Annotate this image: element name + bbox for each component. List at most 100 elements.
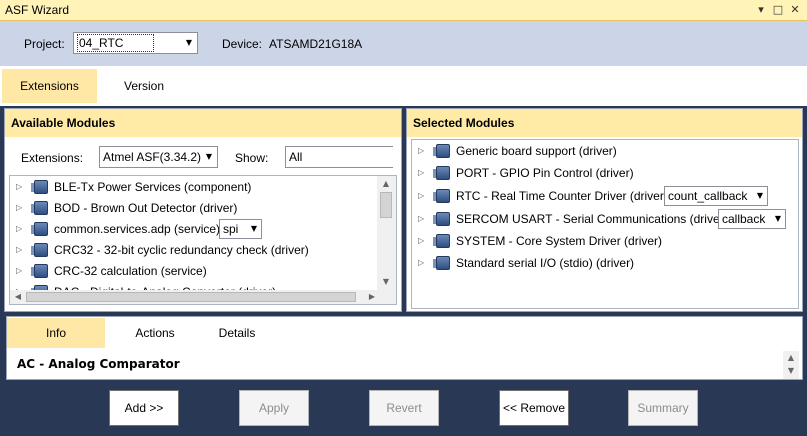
module-label: PORT - GPIO Pin Control (driver) xyxy=(456,166,634,180)
expand-arrow-icon[interactable]: ▷ xyxy=(418,253,424,273)
module-icon xyxy=(433,234,450,248)
extensions-select-value: Atmel ASF(3.34.2) xyxy=(103,150,202,164)
project-label: Project: xyxy=(24,37,65,51)
apply-button[interactable]: Apply xyxy=(239,390,309,426)
show-select[interactable]: All xyxy=(285,146,393,168)
tab-actions[interactable]: Actions xyxy=(111,318,199,348)
module-label: RTC - Real Time Counter Driver (driver) xyxy=(456,189,668,203)
scroll-down-icon[interactable]: ▼ xyxy=(380,276,392,288)
maximize-icon[interactable]: □ xyxy=(771,3,785,17)
horizontal-scrollbar[interactable]: ◀ ▶ xyxy=(10,290,396,304)
module-icon xyxy=(433,166,450,180)
list-item[interactable]: ▷ DAC - Digital-to-Analog Converter (dri… xyxy=(10,282,370,290)
module-icon xyxy=(433,256,450,270)
revert-button[interactable]: Revert xyxy=(369,390,439,426)
module-label: Generic board support (driver) xyxy=(456,144,617,158)
scroll-left-icon[interactable]: ◀ xyxy=(12,291,24,303)
expand-arrow-icon[interactable]: ▷ xyxy=(418,141,424,161)
list-item[interactable]: ▷ Generic board support (driver) xyxy=(412,141,792,161)
top-tabs: Extensions Version xyxy=(0,66,807,106)
scroll-right-icon[interactable]: ▶ xyxy=(366,291,378,303)
module-icon xyxy=(433,189,450,203)
expand-arrow-icon[interactable]: ▷ xyxy=(418,163,424,183)
list-item[interactable]: ▷ BLE-Tx Power Services (component) xyxy=(10,177,370,197)
tab-extensions[interactable]: Extensions xyxy=(2,69,97,103)
list-item[interactable]: ▷ CRC-32 calculation (service) xyxy=(10,261,370,281)
info-panel: Info Actions Details AC - Analog Compara… xyxy=(6,316,803,380)
extensions-select[interactable]: Atmel ASF(3.34.2) ▼ xyxy=(99,146,218,168)
available-modules-list: ▷ BLE-Tx Power Services (component) ▷ BO… xyxy=(9,175,397,305)
option-select-value: spi xyxy=(223,222,239,236)
list-item[interactable]: ▷ CRC32 - 32-bit cyclic redundancy check… xyxy=(10,240,370,260)
scroll-thumb[interactable] xyxy=(380,192,392,218)
module-label: DAC - Digital-to-Analog Converter (drive… xyxy=(54,282,276,290)
close-icon[interactable]: ✕ xyxy=(788,3,802,17)
module-label: CRC-32 calculation (service) xyxy=(54,264,207,278)
button-bar: Add >> Apply Revert << Remove Summary xyxy=(0,381,807,436)
option-select[interactable]: count_callback ▼ xyxy=(664,186,768,206)
device-value: ATSAMD21G18A xyxy=(269,37,363,51)
module-icon xyxy=(31,222,48,236)
expand-arrow-icon[interactable]: ▷ xyxy=(16,177,22,197)
selected-modules-header: Selected Modules xyxy=(407,109,802,137)
expand-arrow-icon[interactable]: ▷ xyxy=(418,231,424,251)
module-label: CRC32 - 32-bit cyclic redundancy check (… xyxy=(54,243,309,257)
remove-button[interactable]: << Remove xyxy=(499,390,569,426)
selected-modules-list: ▷ Generic board support (driver) ▷ PORT … xyxy=(411,139,799,309)
expand-arrow-icon[interactable]: ▷ xyxy=(16,219,22,239)
expand-arrow-icon[interactable]: ▷ xyxy=(16,261,22,281)
project-select[interactable]: 04_RTC ▼ xyxy=(73,32,198,54)
module-label: SERCOM USART - Serial Communications (dr… xyxy=(456,212,728,226)
show-select-value: All xyxy=(289,150,303,164)
list-item[interactable]: ▷ SYSTEM - Core System Driver (driver) xyxy=(412,231,792,251)
scroll-up-icon[interactable]: ▲ xyxy=(380,178,392,190)
module-icon xyxy=(433,212,450,226)
project-select-value: 04_RTC xyxy=(77,34,155,52)
scroll-down-icon[interactable]: ▼ xyxy=(785,365,797,377)
module-icon xyxy=(433,144,450,158)
option-select[interactable]: callback ▼ xyxy=(718,209,786,229)
tab-details[interactable]: Details xyxy=(199,318,275,348)
list-item[interactable]: ▷ RTC - Real Time Counter Driver (driver… xyxy=(412,186,792,206)
summary-button[interactable]: Summary xyxy=(628,390,698,426)
available-modules-header: Available Modules xyxy=(5,109,401,137)
module-label: common.services.adp (service) xyxy=(54,222,221,236)
expand-arrow-icon[interactable]: ▷ xyxy=(418,186,424,206)
expand-arrow-icon[interactable]: ▷ xyxy=(418,209,424,229)
project-toolbar: Project: 04_RTC ▼ Device: ATSAMD21G18A xyxy=(0,21,807,66)
module-label: BOD - Brown Out Detector (driver) xyxy=(54,201,238,215)
option-select-value: callback xyxy=(722,212,766,226)
extensions-label: Extensions: xyxy=(21,151,84,165)
expand-arrow-icon[interactable]: ▷ xyxy=(16,198,22,218)
title-bar: ASF Wizard ▾ □ ✕ xyxy=(0,0,807,21)
option-select[interactable]: spi ▼ xyxy=(219,219,262,239)
module-icon xyxy=(31,201,48,215)
tab-info[interactable]: Info xyxy=(7,318,105,348)
device-label: Device: xyxy=(222,37,263,51)
list-item[interactable]: ▷ common.services.adp (service) spi ▼ xyxy=(10,219,370,239)
chevron-down-icon: ▼ xyxy=(185,38,193,47)
module-icon xyxy=(31,180,48,194)
vertical-scrollbar[interactable]: ▲ ▼ xyxy=(783,351,799,379)
list-item[interactable]: ▷ SERCOM USART - Serial Communications (… xyxy=(412,209,792,229)
module-label: BLE-Tx Power Services (component) xyxy=(54,180,252,194)
list-item[interactable]: ▷ BOD - Brown Out Detector (driver) xyxy=(10,198,370,218)
chevron-down-icon: ▼ xyxy=(250,224,258,233)
list-item[interactable]: ▷ Standard serial I/O (stdio) (driver) xyxy=(412,253,792,273)
module-icon xyxy=(31,264,48,278)
available-modules-panel: Available Modules Extensions: Atmel ASF(… xyxy=(4,108,402,312)
vertical-scrollbar[interactable]: ▲ ▼ xyxy=(377,176,396,290)
dropdown-icon[interactable]: ▾ xyxy=(754,3,768,17)
add-button[interactable]: Add >> xyxy=(109,390,179,426)
expand-arrow-icon[interactable]: ▷ xyxy=(16,240,22,260)
module-label: Standard serial I/O (stdio) (driver) xyxy=(456,256,635,270)
tab-version[interactable]: Version xyxy=(98,69,190,103)
chevron-down-icon: ▼ xyxy=(205,152,213,161)
list-item[interactable]: ▷ PORT - GPIO Pin Control (driver) xyxy=(412,163,792,183)
scroll-thumb[interactable] xyxy=(26,292,356,302)
scroll-up-icon[interactable]: ▲ xyxy=(785,352,797,364)
expand-arrow-icon[interactable]: ▷ xyxy=(16,282,22,290)
chevron-down-icon: ▼ xyxy=(756,191,764,200)
window-title: ASF Wizard xyxy=(5,3,70,17)
option-select-value: count_callback xyxy=(668,189,748,203)
